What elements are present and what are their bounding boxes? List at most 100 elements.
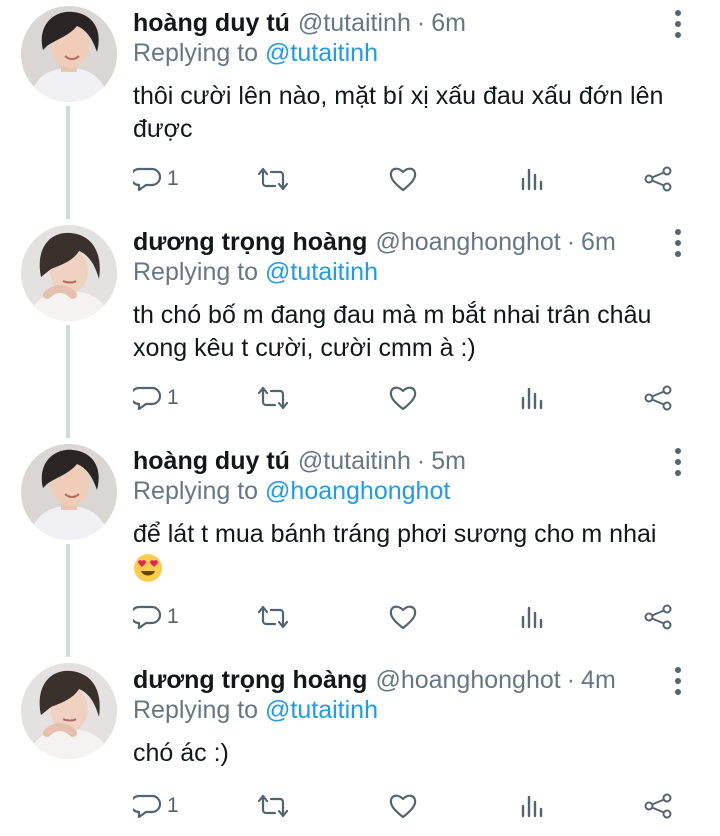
like-button[interactable] <box>388 160 418 198</box>
separator: · <box>566 227 576 256</box>
bar-chart-icon <box>521 606 543 629</box>
reply-count: 1 <box>167 386 179 409</box>
tweet-header: dương trọng hoàng @hoanghonghot · 6m <box>133 223 616 261</box>
like-button[interactable] <box>388 787 418 825</box>
reply-button[interactable]: 1 <box>133 787 179 825</box>
tweet-actions: 1 <box>133 160 678 198</box>
speech-bubble-icon <box>133 167 161 192</box>
share-nodes-icon <box>644 166 672 192</box>
stats-button[interactable] <box>519 598 545 636</box>
share-nodes-icon <box>644 604 672 630</box>
share-button[interactable] <box>643 160 673 198</box>
bar-chart-icon <box>521 387 543 410</box>
replying-to-handle[interactable]: @hoanghonghot <box>265 477 450 505</box>
user-handle[interactable]: @tutaitinh <box>298 9 411 38</box>
more-options-icon[interactable] <box>674 229 682 257</box>
reply-count: 1 <box>167 794 179 817</box>
display-name[interactable]: hoàng duy tú <box>133 9 290 38</box>
thread-connector <box>66 106 70 219</box>
tweet-text: thôi cười lên nào, mặt bí xị xấu đau xấu… <box>133 82 664 143</box>
reply-button[interactable]: 1 <box>133 379 179 417</box>
reply-count: 1 <box>167 605 179 628</box>
timestamp[interactable]: 6m <box>581 228 616 257</box>
retweet-button[interactable] <box>257 598 289 636</box>
replying-to: Replying to @tutaitinh <box>133 39 378 68</box>
replying-label: Replying to <box>133 39 259 67</box>
share-nodes-icon <box>644 385 672 411</box>
share-nodes-icon <box>644 793 672 819</box>
share-button[interactable] <box>643 598 673 636</box>
more-options-icon[interactable] <box>674 10 682 38</box>
heart-icon <box>389 794 417 819</box>
speech-bubble-icon <box>133 386 161 411</box>
user-handle[interactable]: @hoanghonghot <box>375 228 560 257</box>
replying-to: Replying to @tutaitinh <box>133 258 378 287</box>
separator: · <box>566 665 576 694</box>
tweet[interactable]: hoàng duy tú @tutaitinh · 5m Replying to… <box>0 438 720 657</box>
avatar[interactable] <box>21 663 117 759</box>
retweet-button[interactable] <box>257 379 289 417</box>
retweet-button[interactable] <box>257 787 289 825</box>
speech-bubble-icon <box>133 794 161 819</box>
avatar[interactable] <box>21 225 117 321</box>
stats-button[interactable] <box>519 379 545 417</box>
timestamp[interactable]: 4m <box>581 666 616 695</box>
replying-to-handle[interactable]: @tutaitinh <box>265 39 378 67</box>
tweet-header: hoàng duy tú @tutaitinh · 5m <box>133 442 466 480</box>
tweet-text: để lát t mua bánh tráng phơi sương cho m… <box>133 520 657 548</box>
like-button[interactable] <box>388 598 418 636</box>
more-options-icon[interactable] <box>674 667 682 695</box>
heart-icon <box>389 167 417 192</box>
separator: · <box>416 8 426 37</box>
tweet[interactable]: dương trọng hoàng @hoanghonghot · 4m Rep… <box>0 657 720 836</box>
display-name[interactable]: dương trọng hoàng <box>133 228 367 257</box>
stats-button[interactable] <box>519 160 545 198</box>
speech-bubble-icon <box>133 605 161 630</box>
replying-to: Replying to @tutaitinh <box>133 696 378 725</box>
heart-icon <box>389 605 417 630</box>
retweet-button[interactable] <box>257 160 289 198</box>
display-name[interactable]: dương trọng hoàng <box>133 666 367 695</box>
user-handle[interactable]: @hoanghonghot <box>375 666 560 695</box>
retweet-arrows-icon <box>257 386 289 410</box>
tweet-text: chó ác :) <box>133 739 229 767</box>
reply-thread: hoàng duy tú @tutaitinh · 6m Replying to… <box>0 0 720 836</box>
more-options-icon[interactable] <box>674 448 682 476</box>
display-name[interactable]: hoàng duy tú <box>133 447 290 476</box>
replying-to: Replying to @hoanghonghot <box>133 477 450 506</box>
avatar[interactable] <box>21 6 117 102</box>
stats-button[interactable] <box>519 787 545 825</box>
replying-to-handle[interactable]: @tutaitinh <box>265 696 378 724</box>
bar-chart-icon <box>521 168 543 191</box>
timestamp[interactable]: 6m <box>431 9 466 38</box>
tweet-actions: 1 <box>133 379 678 417</box>
reply-button[interactable]: 1 <box>133 160 179 198</box>
heart-eyes-emoji <box>134 554 162 583</box>
tweet-header: dương trọng hoàng @hoanghonghot · 4m <box>133 661 616 699</box>
thread-connector <box>66 325 70 438</box>
tweet-actions: 1 <box>133 598 678 636</box>
tweet-actions: 1 <box>133 787 678 825</box>
replying-label: Replying to <box>133 696 259 724</box>
tweet[interactable]: hoàng duy tú @tutaitinh · 6m Replying to… <box>0 0 720 219</box>
retweet-arrows-icon <box>257 167 289 191</box>
user-handle[interactable]: @tutaitinh <box>298 447 411 476</box>
heart-icon <box>389 386 417 411</box>
bar-chart-icon <box>521 795 543 818</box>
avatar[interactable] <box>21 444 117 540</box>
retweet-arrows-icon <box>257 794 289 818</box>
replying-to-handle[interactable]: @tutaitinh <box>265 258 378 286</box>
like-button[interactable] <box>388 379 418 417</box>
share-button[interactable] <box>643 787 673 825</box>
share-button[interactable] <box>643 379 673 417</box>
separator: · <box>416 446 426 475</box>
tweet[interactable]: dương trọng hoàng @hoanghonghot · 6m Rep… <box>0 219 720 438</box>
replying-label: Replying to <box>133 477 259 505</box>
tweet-text: th chó bố m đang đau mà m bắt nhai trân … <box>133 301 652 362</box>
reply-button[interactable]: 1 <box>133 598 179 636</box>
retweet-arrows-icon <box>257 605 289 629</box>
reply-count: 1 <box>167 167 179 190</box>
replying-label: Replying to <box>133 258 259 286</box>
timestamp[interactable]: 5m <box>431 447 466 476</box>
thread-connector <box>66 544 70 657</box>
